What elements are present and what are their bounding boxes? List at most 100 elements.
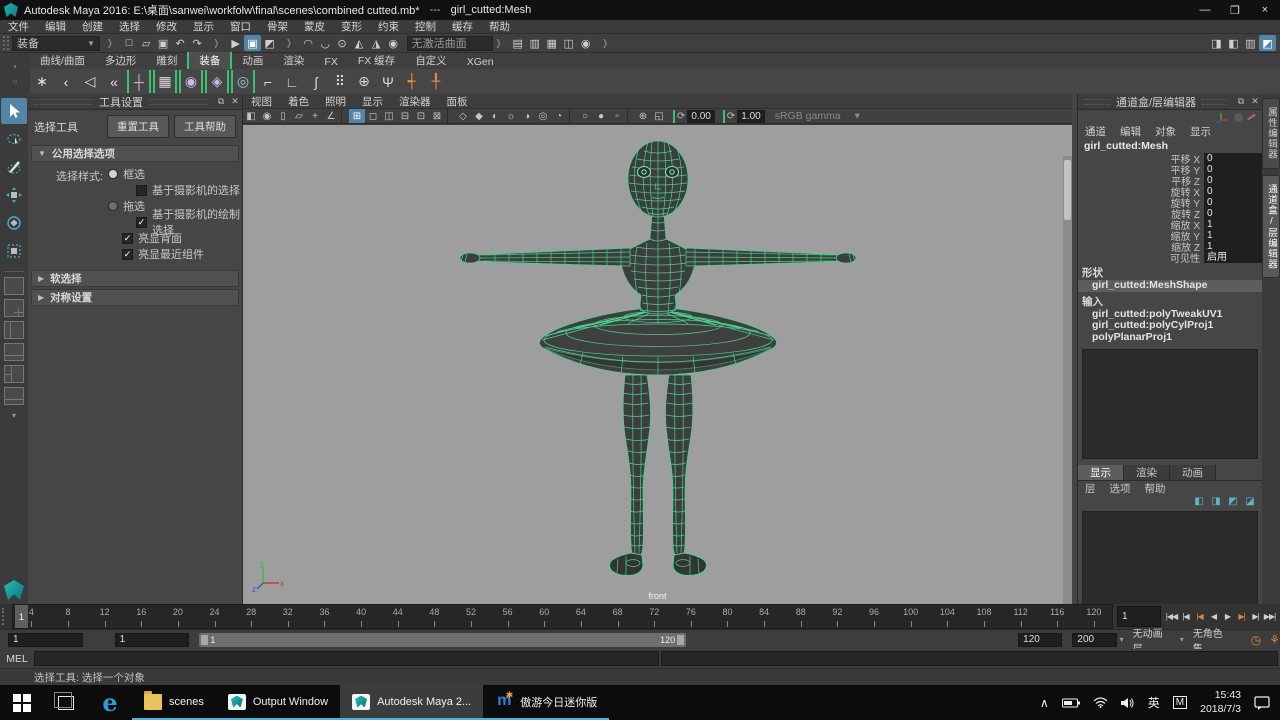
section-common-selection[interactable]: ▼ 公用选择选项 [31,145,239,162]
shelf-tool-icon[interactable]: ◁ [78,70,102,93]
speaker-icon[interactable] [1121,697,1135,709]
selection-mask-icon[interactable]: ◩ [261,35,278,51]
selection-option[interactable]: 基于摄影机的选择 [108,182,242,198]
viewport-toolbar-icon[interactable]: ▫ [609,109,625,123]
attribute-value-field[interactable]: 0 [1204,208,1262,219]
shelf-tab[interactable]: 自定义 [405,52,457,69]
speed-fast-icon[interactable] [1247,114,1256,121]
range-slider-bar[interactable]: 1 120 [199,633,686,647]
selection-option[interactable]: 基于摄影机的绘制选择 [108,214,242,230]
menu-item[interactable]: 窗口 [222,19,259,34]
viewport-toolbar-icon[interactable]: ∠ [323,109,339,123]
snap-icon[interactable]: ◡ [317,35,334,51]
selection-mask-icon[interactable]: ▶ [227,35,244,51]
layer-editor-menu-item[interactable]: 帮助 [1138,481,1173,496]
viewport-toolbar-icon[interactable]: ⊡ [413,109,429,123]
playback-end-field[interactable]: 120 [1018,633,1062,647]
collapse-arrow-icon[interactable]: ❭ [601,38,609,49]
shelf-tool-icon[interactable]: ⊕ [352,70,376,93]
drag-handle-icon[interactable] [3,36,9,50]
layer-action-icon[interactable]: ◧ [1192,495,1206,508]
taskbar-item[interactable]: Output Window [216,685,340,720]
snap-icon[interactable]: ◭ [351,35,368,51]
time-slider-track[interactable]: 1 48121620242832364044485256606468727680… [12,604,1113,629]
speed-slow-icon[interactable] [1234,113,1243,122]
selection-mask-icon[interactable]: ▣ [244,35,261,51]
wifi-icon[interactable] [1093,697,1108,708]
drag-handle-icon[interactable] [2,608,10,625]
move-tool[interactable] [1,182,27,208]
playback-button[interactable]: |◀◀ [1165,608,1178,625]
viewport-toolbar-icon[interactable]: ◑ [519,109,535,123]
menu-item[interactable]: 帮助 [481,19,518,34]
notification-center-icon[interactable] [1254,696,1270,710]
channel-box-menu-item[interactable]: 对象 [1148,124,1183,139]
shelf-tab[interactable]: 曲线/曲面 [30,52,95,69]
shelf-tool-icon[interactable]: Ψ [376,70,400,93]
shelf-tool-icon[interactable]: ∟ [280,70,304,93]
option-control[interactable] [108,201,118,211]
select-tool[interactable] [1,98,27,124]
menu-item[interactable]: 变形 [333,19,370,34]
collapse-arrow-icon[interactable]: ❭ [495,38,503,49]
float-panel-icon[interactable]: ⧉ [214,96,228,107]
shelf-tab[interactable]: 装备 [187,52,232,69]
close-panel-icon[interactable]: ✕ [1248,96,1262,107]
title-bar[interactable]: Autodesk Maya 2016: E:\桌面\sanwei\workfol… [0,0,1280,20]
render-icon[interactable]: ▦ [543,35,560,51]
snap-icon[interactable]: ◠ [300,35,317,51]
wireframe-character-model[interactable] [243,125,1072,604]
option-control[interactable] [108,169,118,179]
character-set-dropdown[interactable]: 无角色集 [1187,633,1237,647]
status-icon[interactable]: ↶ [172,35,189,51]
range-start-handle[interactable] [201,635,208,645]
option-control[interactable] [136,185,147,196]
channel-box-menu-item[interactable]: 通道 [1078,124,1113,139]
viewport-toolbar-icon[interactable] [447,109,453,123]
restore-button[interactable]: ❐ [1220,0,1250,20]
close-panel-icon[interactable]: ✕ [228,96,242,107]
collapse-arrow-icon[interactable]: ❭ [285,38,293,49]
playback-button[interactable]: ▶| [1249,608,1262,625]
channel-box-header[interactable]: 通道盒/层编辑器 ⧉ ✕ [1078,94,1262,110]
snap-icon[interactable]: ⊙ [334,35,351,51]
option-control[interactable] [122,233,133,244]
tray-chevron-icon[interactable]: ∧ [1040,696,1049,710]
viewport-toolbar-icon[interactable]: ● [593,109,609,123]
taskbar-item[interactable]: scenes [132,685,216,720]
viewport-toolbar-icon[interactable]: ◇ [455,109,471,123]
layer-editor-tab[interactable]: 动画 [1170,465,1216,480]
shelf-tool-icon[interactable]: ┽ [400,70,424,93]
taskbar-item[interactable]: 傲游今日迷你版 [483,685,609,720]
layer-editor-tab[interactable]: 显示 [1078,465,1124,480]
status-icon[interactable]: □ [121,35,138,51]
shelf-tab[interactable]: FX [314,55,347,69]
attribute-value-field[interactable]: 启用 [1204,252,1262,263]
shelf-tool-icon[interactable]: ◎ [231,70,255,93]
viewport-menu-item[interactable]: 显示 [354,94,391,109]
section-symmetry[interactable]: ▶ 对称设置 [31,289,239,306]
menu-item[interactable]: 约束 [370,19,407,34]
shelf-tool-icon[interactable]: ∗ [30,70,54,93]
gamma-field[interactable]: 1.00 [737,110,764,123]
viewport-toolbar-icon[interactable]: ⊠ [429,109,445,123]
input-node[interactable]: polyPlanarProj1 [1078,332,1262,344]
viewport-menu-item[interactable]: 着色 [280,94,317,109]
layout-four-pane-button[interactable] [4,299,24,317]
menu-item[interactable]: 骨架 [259,19,296,34]
ime-indicator[interactable]: 英 [1148,694,1160,711]
render-icon[interactable]: ◫ [560,35,577,51]
input-node[interactable]: girl_cutted:polyCylProj1 [1078,320,1262,332]
layout-pane-timeline-button[interactable] [4,343,24,361]
selection-option[interactable]: 亮显最近组件 [108,246,242,262]
gamma-icon[interactable]: ⟳ [723,110,735,123]
viewport-scrollbar[interactable] [1063,156,1072,604]
shape-node[interactable]: girl_cutted:MeshShape [1078,280,1262,292]
viewport-toolbar-icon[interactable]: ◱ [651,109,667,123]
viewport-toolbar-icon[interactable]: ◔ [551,109,567,123]
exposure-field[interactable]: 0.00 [687,110,714,123]
menu-item[interactable]: 缓存 [444,19,481,34]
live-surface-field[interactable]: 无激活曲面 [407,36,493,51]
layer-action-icon[interactable]: ◪ [1243,495,1257,508]
attribute-value-field[interactable]: 1 [1204,241,1262,252]
